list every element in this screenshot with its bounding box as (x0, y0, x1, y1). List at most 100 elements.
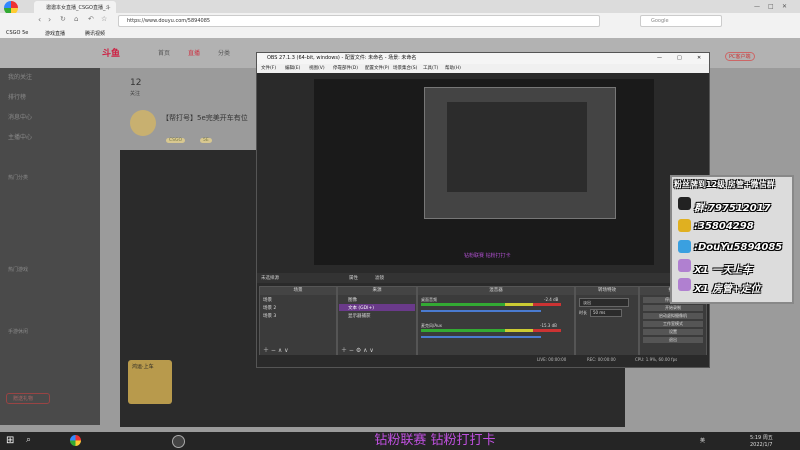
menu-docks[interactable]: 停靠部件(D) (333, 64, 358, 73)
star-icon[interactable]: ☆ (101, 15, 107, 23)
minimize-icon[interactable]: — (754, 3, 760, 10)
scene-item[interactable]: 场景 3 (263, 313, 276, 319)
filters-button[interactable]: 滤镜 (375, 275, 384, 281)
url-text: https://www.douyu.com/5894085 (127, 18, 211, 24)
transitions-dock: 转场特效 淡出 时长 50 ms (575, 286, 639, 356)
nav-category[interactable]: 分类 (218, 48, 230, 57)
studio-mode-button[interactable]: 工作室模式 (643, 321, 703, 327)
nav-live[interactable]: 直播 (188, 48, 200, 57)
exit-button[interactable]: 退出 (643, 337, 703, 343)
menu-file[interactable]: 文件(F) (261, 64, 276, 73)
home-icon[interactable]: ⌂ (74, 15, 78, 23)
streamer-avatar[interactable] (130, 110, 156, 136)
menu-profile[interactable]: 配置文件(P) (365, 64, 389, 73)
search-icon[interactable]: ⌕ (26, 435, 31, 445)
obs-close-icon[interactable]: ✕ (697, 53, 701, 64)
menu-edit[interactable]: 编辑(E) (285, 64, 300, 73)
left-sidebar: 我的关注 排行榜 消息中心 主播中心 热门分类 热门游戏 手游休闲 赠送礼物 (0, 68, 100, 425)
gift-card-label: 鸿运·上车 (132, 364, 154, 370)
promo-button-label: 赠送礼物 (13, 396, 34, 402)
scene-item[interactable]: 场景 (263, 297, 272, 303)
obs-maximize-icon[interactable]: □ (677, 53, 682, 64)
fan-group-overlay: 粉丝牌到12级 房管+微信群 群:797512017 :35804298 :Do… (670, 175, 794, 304)
douyu-icon (678, 240, 691, 253)
sidebar-item-messages[interactable]: 消息中心 (8, 112, 32, 121)
volume-slider[interactable] (421, 310, 541, 312)
sidebar-item-rank[interactable]: 排行榜 (8, 92, 26, 101)
browser-tab[interactable]: 邀邀本女直播_CSGO直播_斗 (34, 1, 116, 13)
obs-window: OBS 27.1.3 (64-bit, windows) - 配置文件: 未命名… (256, 52, 710, 368)
ime-indicator[interactable]: 英 (700, 437, 705, 444)
qq-icon (678, 219, 691, 232)
site-logo[interactable]: 斗鱼 (102, 46, 120, 59)
transitions-dock-title: 转场特效 (576, 287, 638, 295)
transition-select[interactable]: 淡出 (579, 298, 629, 307)
menu-tools[interactable]: 工具(T) (423, 64, 438, 73)
properties-button[interactable]: 属性 (349, 275, 358, 281)
back-icon[interactable]: ‹ (38, 15, 41, 24)
settings-button[interactable]: 设置 (643, 329, 703, 335)
obs-preview[interactable]: 钻粉联赛 钻粉打打卡 (314, 79, 654, 265)
start-icon[interactable]: ⊞ (6, 435, 14, 446)
rec-status: REC: 00:00:00 (587, 357, 616, 362)
sidebar-item-follow[interactable]: 我的关注 (8, 72, 32, 81)
room-tag[interactable]: CSGO (166, 138, 186, 143)
live-status: LIVE: 00:00:00 (537, 357, 567, 362)
menu-view[interactable]: 视图(V) (309, 64, 325, 73)
overlay-row: X1 房管+定位 (694, 284, 761, 295)
sources-dock-title: 来源 (338, 287, 416, 295)
sidebar-item-anchor[interactable]: 主播中心 (8, 132, 32, 141)
search-field[interactable]: Google (640, 15, 722, 27)
source-item[interactable]: 显示器捕获 (348, 313, 371, 319)
clock-time[interactable]: 5:19 周五 (750, 434, 773, 441)
window-controls[interactable]: — □ ✕ (740, 3, 795, 11)
start-recording-button[interactable]: 开始录制 (643, 305, 703, 311)
close-icon[interactable]: ✕ (782, 3, 787, 10)
mixer-meter (421, 329, 561, 332)
maximize-icon[interactable]: □ (768, 3, 774, 10)
bookmark-item[interactable]: 腾讯视频 (85, 30, 105, 37)
mixer-channel-level: -2.4 dB (544, 297, 559, 302)
nav-home[interactable]: 首页 (158, 48, 170, 57)
tab-title: 邀邀本女直播_CSGO直播_斗 (46, 5, 111, 11)
nested-preview (424, 87, 616, 219)
bookmark-item[interactable]: 游戏直播 (45, 30, 65, 37)
menu-help[interactable]: 帮助(H) (445, 64, 461, 73)
undo-icon[interactable]: ↶ (88, 15, 94, 23)
promo-button[interactable]: 赠送礼物 (6, 393, 50, 404)
menu-scene-collection[interactable]: 场景集合(S) (393, 64, 417, 73)
transition-type: 淡出 (583, 300, 591, 305)
overlay-row: 群:797512017 (694, 203, 771, 214)
sidebar-section-title: 热门游戏 (8, 267, 29, 273)
obs-taskbar-icon[interactable] (172, 435, 185, 448)
penguin-icon (678, 197, 691, 210)
browser-tab-bar: 邀邀本女直播_CSGO直播_斗 — □ ✕ (0, 0, 800, 15)
obs-titlebar: OBS 27.1.3 (64-bit, windows) - 配置文件: 未命名… (257, 53, 709, 64)
scene-item[interactable]: 场景 2 (263, 305, 276, 311)
virtual-camera-button[interactable]: 启动虚拟摄像机 (643, 313, 703, 319)
url-field[interactable]: https://www.douyu.com/5894085 (118, 15, 600, 27)
bookmark-item[interactable]: CSGO 5e (6, 30, 28, 36)
add-source-icon[interactable]: ＋ − ⚙ ∧ ∨ (341, 345, 374, 354)
mixer-dock-title: 混音器 (418, 287, 574, 295)
gift-card[interactable]: 鸿运·上车 (128, 360, 172, 404)
follow-count: 12 (130, 78, 142, 88)
gift-icon (678, 259, 691, 272)
volume-slider[interactable] (421, 336, 541, 338)
reload-icon[interactable]: ↻ (60, 15, 66, 23)
preview-caption: 钻粉联赛 钻粉打打卡 (464, 253, 511, 259)
footer-banner: 钻粉联赛 钻粉打打卡 (374, 433, 496, 448)
source-item-selected[interactable]: 文本 (GDI+) (339, 304, 415, 311)
search-placeholder: Google (651, 18, 669, 24)
obs-minimize-icon[interactable]: — (657, 53, 662, 64)
browser-taskbar-icon[interactable] (70, 435, 81, 446)
source-item[interactable]: 图像 (348, 297, 357, 303)
pc-client-badge[interactable]: PC客户端 (725, 52, 755, 61)
mixer-meter (421, 303, 561, 306)
clock-date[interactable]: 2022/1/7 (750, 442, 772, 448)
nested-preview-inner (447, 102, 587, 192)
transition-duration-field[interactable]: 50 ms (590, 309, 622, 317)
room-tag[interactable]: 5E (200, 138, 212, 143)
add-scene-icon[interactable]: ＋ − ∧ ∨ (263, 345, 289, 354)
forward-icon[interactable]: › (48, 15, 51, 24)
